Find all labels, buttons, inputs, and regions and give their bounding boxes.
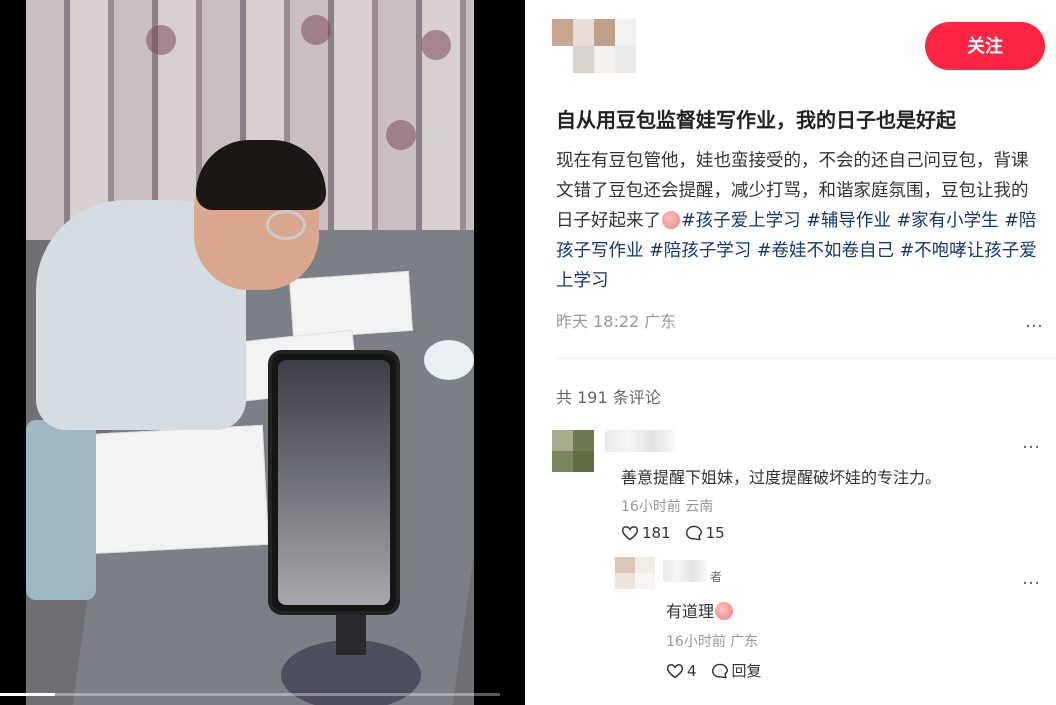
peach-emoji-icon [715, 602, 734, 620]
phone-screen [278, 360, 390, 605]
curtain-flower [301, 15, 331, 45]
reply-count: 15 [705, 524, 725, 542]
phone-stand [281, 600, 421, 705]
phone-device [268, 350, 400, 615]
hashtag-link[interactable]: #陪孩子学习 [649, 241, 751, 261]
comment-bubble-icon [711, 663, 728, 678]
reply-text-content: 有道理 [666, 602, 715, 621]
desk-mouse [424, 340, 474, 380]
like-count: 181 [642, 524, 671, 542]
more-options-icon[interactable]: … [1022, 568, 1041, 589]
replier-name[interactable] [663, 560, 707, 582]
video-letterbox-left [0, 0, 26, 705]
curtain-flower [421, 30, 451, 60]
like-button[interactable]: 181 [621, 524, 671, 542]
comment-actions: 181 15 [621, 524, 739, 542]
hashtag-link[interactable]: #辅导作业 [806, 211, 891, 231]
chair [26, 420, 96, 600]
author-badge: 者 [710, 570, 723, 584]
peach-emoji-icon [662, 211, 680, 229]
author-avatar[interactable] [552, 19, 636, 73]
video-progress-bar[interactable] [0, 693, 500, 696]
divider [556, 358, 1056, 359]
video-letterbox-right [474, 0, 525, 705]
curtain-flower [146, 25, 176, 55]
post-body: 现在有豆包管他，娃也蛮接受的，不会的还自己问豆包，背课文错了豆包还会提醒，减少打… [556, 146, 1044, 296]
post-meta: 昨天 18:22 广东 … [556, 310, 1044, 334]
commenter-avatar[interactable] [552, 430, 594, 472]
video-frame[interactable] [26, 0, 474, 705]
more-options-icon[interactable]: … [1025, 310, 1044, 334]
reply-actions: 4 回复 [666, 660, 776, 681]
hashtag-link[interactable]: #卷娃不如卷自己 [757, 241, 894, 261]
reply-button[interactable]: 回复 [711, 660, 762, 681]
like-button[interactable]: 4 [666, 662, 697, 680]
comment-meta: 16小时前 云南 [621, 499, 714, 515]
comment-count: 共 191 条评论 [556, 388, 661, 407]
hashtag-link[interactable]: #家有小学生 [897, 211, 999, 231]
reply-meta: 16小时前 广东 [666, 634, 759, 650]
child-glasses [266, 210, 306, 240]
comment-bubble-icon [685, 525, 702, 541]
heart-icon [621, 526, 639, 541]
like-count: 4 [687, 661, 697, 680]
curtain-flower [386, 120, 416, 150]
post-date-location: 昨天 18:22 广东 [556, 312, 677, 331]
reply-button[interactable]: 15 [685, 524, 725, 542]
more-options-icon[interactable]: … [1022, 432, 1041, 453]
commenter-name[interactable] [605, 430, 675, 452]
hashtag-link[interactable]: #孩子爱上学习 [681, 211, 801, 231]
post-title: 自从用豆包监督娃写作业，我的日子也是好起 [556, 108, 956, 132]
comment-text: 善意提醒下姐妹，过度提醒破坏娃的专注力。 [621, 468, 942, 487]
follow-button[interactable]: 关注 [925, 22, 1045, 70]
xiaohongshu-post-page: 关注 自从用豆包监督娃写作业，我的日子也是好起 现在有豆包管他，娃也蛮接受的，不… [0, 0, 1056, 705]
replier-avatar[interactable] [615, 557, 655, 589]
reply-text: 有道理 [666, 598, 734, 622]
video-progress-fill [0, 693, 55, 696]
reply-label: 回复 [731, 662, 762, 680]
heart-icon [666, 663, 684, 678]
post-detail-panel: 关注 自从用豆包监督娃写作业，我的日子也是好起 现在有豆包管他，娃也蛮接受的，不… [525, 0, 1056, 705]
post-video[interactable] [0, 0, 525, 705]
